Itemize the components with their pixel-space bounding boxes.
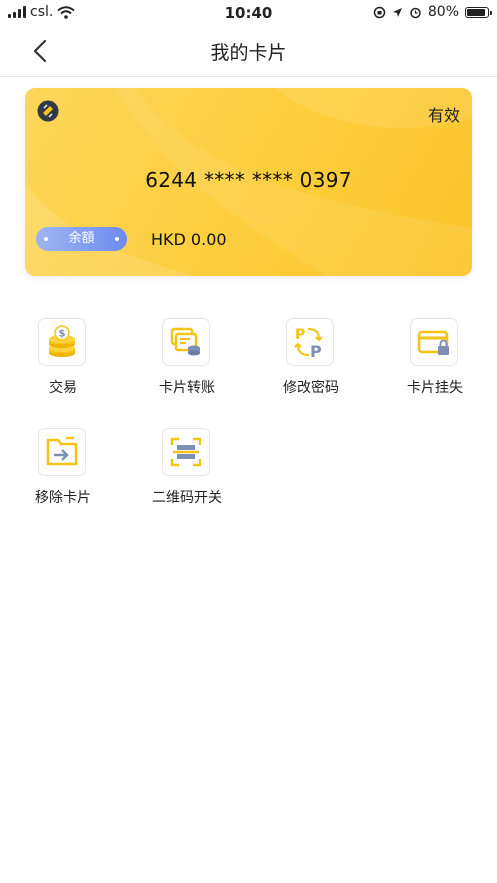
menu-label: 修改密码 (283, 380, 339, 396)
qr-scan-icon (162, 428, 210, 476)
menu-item-report-lost[interactable]: 卡片挂失 (385, 318, 485, 408)
menu-label: 移除卡片 (35, 490, 91, 506)
menu-item-change-password[interactable]: P P 修改密码 (261, 318, 361, 408)
pill-dot-right (115, 237, 119, 241)
card-logo-icon (37, 100, 59, 122)
menu-item-card-transfer[interactable]: 卡片转账 (137, 318, 237, 408)
svg-text:P: P (295, 327, 305, 343)
alarm-icon (410, 7, 421, 18)
card-transfer-icon (162, 318, 210, 366)
pill-dot-left (44, 237, 48, 241)
battery-percent: 80% (427, 4, 459, 20)
battery-icon (465, 6, 492, 18)
status-right: 80% (373, 4, 492, 20)
location-icon (392, 7, 402, 17)
card-status: 有效 (427, 106, 460, 125)
menu-label: 交易 (49, 380, 77, 396)
change-password-icon: P P (286, 318, 334, 366)
menu-label: 卡片转账 (159, 380, 215, 396)
nav-bar: 我的卡片 (0, 26, 497, 77)
svg-text:$: $ (59, 329, 66, 340)
rotation-lock-icon (373, 6, 386, 18)
menu-label: 二维码开关 (152, 490, 222, 506)
menu-label: 卡片挂失 (407, 380, 463, 396)
balance-badge: 余額 (36, 227, 127, 251)
remove-card-icon (38, 428, 86, 476)
svg-text:P: P (310, 342, 322, 360)
page-title: 我的卡片 (210, 42, 287, 64)
bank-card[interactable]: 有效 6244 **** **** 0397 余額 HKD 0.00 (25, 88, 472, 276)
balance-value: HKD 0.00 (151, 230, 227, 249)
menu-item-remove-card[interactable]: 移除卡片 (13, 428, 113, 518)
menu-item-transactions[interactable]: $ 交易 (13, 318, 113, 408)
balance-label: 余額 (68, 231, 95, 246)
coins-icon: $ (38, 318, 86, 366)
card-lock-icon (410, 318, 458, 366)
menu-item-qr-toggle[interactable]: 二维码开关 (137, 428, 237, 518)
card-number: 6244 **** **** 0397 (145, 168, 352, 192)
status-bar: csl. 10:40 80% (0, 0, 497, 26)
